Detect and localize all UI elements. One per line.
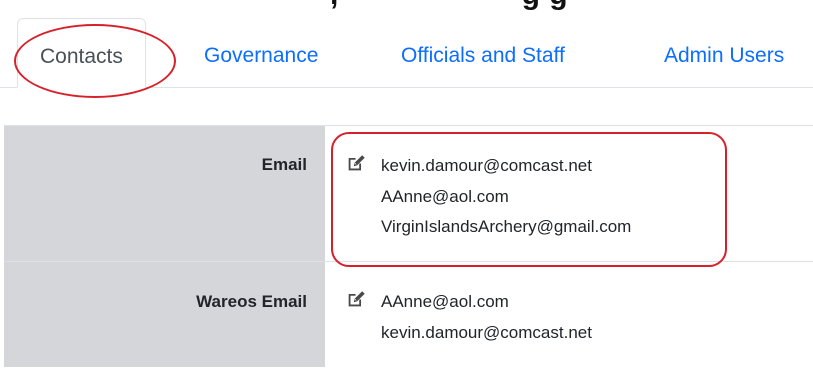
email-value: AAnne@aol.com: [381, 186, 509, 206]
email-value: VirginIslandsArchery@gmail.com: [381, 217, 632, 236]
wareos-email-list: AAnne@aol.com kevin.damour@comcast.net: [381, 287, 592, 348]
tab-admin-users[interactable]: Admin Users: [664, 18, 784, 88]
tab-governance[interactable]: Governance: [204, 18, 318, 88]
email-list: kevin.damour@comcast.net AAnne@aol.com V…: [381, 151, 631, 243]
edit-icon[interactable]: [345, 152, 367, 174]
email-value: kevin.damour@comcast.net: [381, 156, 592, 175]
tab-bar: Contacts Governance Officials and Staff …: [0, 18, 813, 88]
row-label-wareos-email: Wareos Email: [4, 262, 325, 367]
edit-icon[interactable]: [345, 288, 367, 310]
row-label-email: Email: [4, 126, 325, 261]
tab-contacts[interactable]: Contacts: [17, 18, 146, 88]
contacts-table: Email kevin.damour@comcast.net AAnne@aol…: [4, 125, 813, 367]
row-value-email: kevin.damour@comcast.net AAnne@aol.com V…: [325, 126, 813, 261]
tab-officials-and-staff[interactable]: Officials and Staff: [401, 18, 565, 88]
email-value: AAnne@aol.com: [381, 292, 509, 311]
page: , · · · · · · · · · g g · Contacts Gover…: [0, 0, 813, 371]
table-row-email: Email kevin.damour@comcast.net AAnne@aol…: [4, 125, 813, 261]
table-row-wareos-email: Wareos Email AAnne@aol.com kevin.damour@…: [4, 261, 813, 367]
row-value-wareos-email: AAnne@aol.com kevin.damour@comcast.net: [325, 262, 813, 367]
email-value: kevin.damour@comcast.net: [381, 322, 592, 342]
clipped-heading: , · · · · · · · · · g g ·: [330, 0, 587, 12]
